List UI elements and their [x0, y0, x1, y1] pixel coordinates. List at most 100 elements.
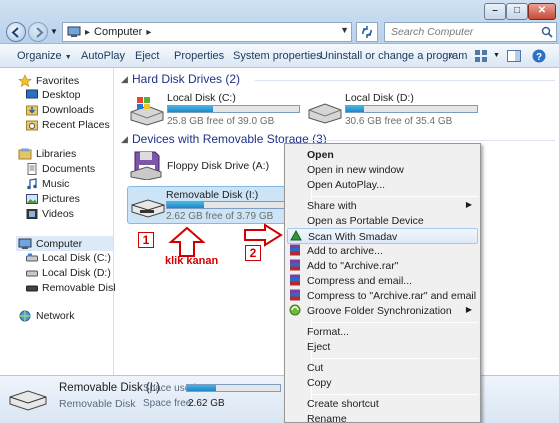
removable-disk-icon	[9, 390, 47, 411]
drive-space-text: 25.8 GB free of 39.0 GB	[167, 116, 275, 127]
right-arrow-annotation-icon	[244, 223, 283, 247]
pictures-icon	[26, 194, 38, 204]
menu-item-rename[interactable]: Rename	[287, 411, 478, 423]
space-free-label: Space free:	[143, 398, 195, 409]
breadcrumb-computer[interactable]: Computer	[94, 26, 142, 38]
menu-item-copy[interactable]: Copy	[287, 375, 478, 391]
drive-removable-disk-i[interactable]: Removable Disk (I:) 2.62 GB free of 3.79…	[127, 186, 289, 224]
menu-separator	[313, 196, 478, 197]
menu-item-share-with[interactable]: Share with ▶	[287, 198, 478, 214]
sidebar-item-downloads[interactable]: Downloads	[26, 104, 94, 116]
drive-label: Local Disk (D:)	[345, 92, 414, 104]
address-bar[interactable]: ▸ Computer ▸ ▼	[62, 22, 352, 42]
sidebar-item-libraries[interactable]: Libraries	[18, 148, 76, 160]
sidebar-item-music[interactable]: Music	[26, 178, 69, 190]
history-dropdown-icon[interactable]: ▼	[50, 27, 58, 36]
uninstall-button[interactable]: Uninstall or change a program	[320, 50, 467, 62]
drive-label: Floppy Disk Drive (A:)	[167, 160, 270, 172]
drive-label: Local Disk (C:)	[167, 92, 236, 104]
group-divider	[310, 140, 555, 141]
drive-label: Removable Disk (I:)	[166, 189, 259, 201]
music-icon	[27, 178, 37, 190]
menu-item-compress-rar-email[interactable]: Compress to "Archive.rar" and email	[287, 288, 478, 304]
sidebar-item-documents[interactable]: Documents	[26, 163, 95, 175]
details-type: Removable Disk	[59, 398, 136, 410]
eject-button[interactable]: Eject	[135, 50, 159, 62]
context-menu: Open Open in new window Open AutoPlay...…	[284, 143, 481, 423]
sidebar-item-network[interactable]: Network	[18, 310, 75, 322]
sidebar-item-desktop[interactable]: Desktop	[26, 89, 81, 101]
drive-space-text: 2.62 GB free of 3.79 GB	[166, 211, 274, 222]
menu-item-groove-sync[interactable]: Groove Folder Synchronization ▶	[287, 303, 478, 319]
sidebar-item-favorites[interactable]: Favorites	[18, 74, 79, 88]
command-bar: Organize ▼ AutoPlay Eject Properties Sys…	[0, 44, 559, 68]
refresh-icon	[362, 26, 372, 38]
winrar-icon	[290, 274, 300, 286]
annotation-step-2: 2	[245, 245, 261, 261]
sidebar-item-computer[interactable]: Computer	[16, 236, 113, 251]
drive-floppy-a[interactable]: Floppy Disk Drive (A:)	[127, 150, 302, 182]
winrar-icon	[290, 259, 300, 271]
sidebar-item-pictures[interactable]: Pictures	[26, 193, 80, 205]
autoplay-button[interactable]: AutoPlay	[81, 50, 125, 62]
system-properties-button[interactable]: System properties	[233, 50, 322, 62]
menu-item-scan-smadav[interactable]: Scan With Smadav	[287, 228, 478, 244]
group-divider	[255, 80, 555, 81]
preview-pane-icon[interactable]	[507, 50, 521, 62]
star-icon	[18, 74, 32, 88]
close-button[interactable]: ✕	[528, 3, 556, 20]
drive-local-disk-d[interactable]: Local Disk (D:) 30.6 GB free of 35.4 GB	[305, 90, 480, 130]
breadcrumb-separator[interactable]: ▸	[85, 27, 90, 38]
floppy-disk-icon	[130, 151, 162, 180]
organize-button[interactable]: Organize ▼	[17, 50, 72, 62]
smadav-icon	[290, 230, 302, 241]
menu-item-eject[interactable]: Eject	[287, 339, 478, 355]
drive-space-text: 30.6 GB free of 35.4 GB	[345, 116, 453, 127]
back-button[interactable]	[6, 22, 26, 42]
maximize-button[interactable]: □	[506, 3, 528, 20]
menu-item-open[interactable]: Open	[287, 147, 478, 163]
view-dropdown-icon[interactable]: ▼	[493, 52, 500, 59]
search-icon[interactable]	[541, 26, 553, 38]
desktop-icon	[26, 89, 38, 99]
group-title-hard-disk-drives[interactable]: Hard Disk Drives (2)	[132, 72, 240, 86]
menu-item-add-rar[interactable]: Add to "Archive.rar"	[287, 258, 478, 274]
refresh-button[interactable]	[356, 22, 378, 42]
libraries-icon	[18, 148, 32, 160]
menu-item-format[interactable]: Format...	[287, 324, 478, 340]
forward-button[interactable]	[28, 22, 48, 42]
menu-item-open-portable[interactable]: Open as Portable Device	[287, 213, 478, 229]
more-options-icon[interactable]: »	[448, 50, 454, 62]
sidebar-item-recent-places[interactable]: Recent Places	[26, 119, 110, 131]
address-dropdown-icon[interactable]: ▼	[340, 25, 349, 35]
minimize-button[interactable]: –	[484, 3, 506, 20]
winrar-icon	[290, 289, 300, 301]
computer-icon	[67, 26, 81, 37]
sidebar-item-local-disk-c[interactable]: Local Disk (C:)	[26, 252, 111, 264]
menu-item-cut[interactable]: Cut	[287, 360, 478, 376]
removable-disk-icon	[26, 285, 38, 292]
group-collapse-icon[interactable]: ◢	[121, 74, 128, 85]
menu-item-open-autoplay[interactable]: Open AutoPlay...	[287, 177, 478, 193]
annotation-step-1: 1	[138, 232, 154, 248]
documents-icon	[27, 163, 37, 175]
menu-item-add-archive[interactable]: Add to archive...	[287, 243, 478, 259]
drive-local-disk-c[interactable]: Local Disk (C:) 25.8 GB free of 39.0 GB	[127, 90, 302, 130]
menu-item-create-shortcut[interactable]: Create shortcut	[287, 396, 478, 412]
breadcrumb-separator[interactable]: ▸	[146, 27, 151, 38]
menu-item-open-new-window[interactable]: Open in new window	[287, 162, 478, 178]
search-input[interactable]: Search Computer	[384, 22, 557, 42]
help-icon[interactable]: ?	[532, 49, 546, 63]
properties-button[interactable]: Properties	[174, 50, 224, 62]
menu-item-compress-email[interactable]: Compress and email...	[287, 273, 478, 289]
group-collapse-icon[interactable]: ◢	[121, 134, 128, 145]
capacity-bar	[345, 105, 478, 113]
groove-sync-icon	[289, 304, 301, 316]
sidebar-item-local-disk-d[interactable]: Local Disk (D:)	[26, 267, 111, 279]
sidebar-item-videos[interactable]: Videos	[26, 208, 74, 220]
view-options-icon[interactable]	[475, 50, 489, 62]
space-used-bar	[186, 384, 281, 392]
hard-drive-icon	[308, 103, 342, 124]
submenu-arrow-icon: ▶	[465, 305, 472, 314]
back-arrow-icon	[11, 27, 19, 38]
